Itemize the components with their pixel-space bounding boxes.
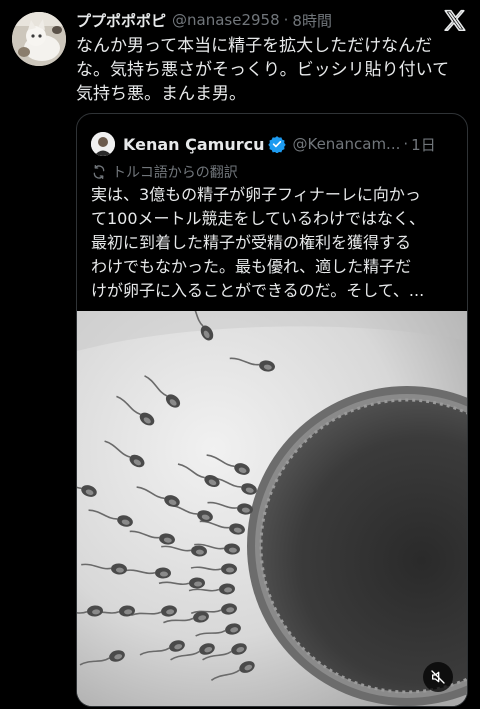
translate-icon [93,165,105,179]
quoted-tweet[interactable]: Kenan Çamurcu @Kenancam... · 1日 トルコ語からの翻… [76,113,468,707]
user-handle[interactable]: @nanase2958 [172,11,280,29]
tweet-body-text: なんか男って本当に精子を拡大しただけなんだ な。気持ち悪さがそっくり。ビッシリ貼… [76,36,450,104]
x-logo-icon[interactable] [442,8,468,34]
quoted-timestamp[interactable]: 1日 [411,134,436,155]
quoted-separator-dot: · [403,135,409,153]
quoted-display-name[interactable]: Kenan Çamurcu [123,135,264,154]
quoted-avatar-image [91,132,115,156]
user-avatar[interactable] [12,12,66,66]
translation-label: トルコ語からの翻訳 [112,165,238,181]
translation-note[interactable]: トルコ語からの翻訳 [91,162,238,182]
video-media[interactable] [77,311,467,706]
timestamp[interactable]: 8時間 [292,10,332,31]
tweet-header: ププポポポピ @nanase2958 · 8時間 [76,9,436,31]
quoted-tweet-body-text: 実は、3億もの精子が卵子フィナーレに向かっ て100メートル競走をしているわけで… [91,185,426,300]
mute-button[interactable] [423,662,453,692]
muted-speaker-icon [431,670,445,684]
tweet-card: ププポポポピ @nanase2958 · 8時間 なんか男って本当に精子を拡大し… [0,0,480,709]
verified-badge-icon [268,136,287,153]
microscope-video-frame [77,311,467,706]
quoted-tweet-header: Kenan Çamurcu @Kenancam... · 1日 [91,132,461,156]
display-name[interactable]: ププポポポピ [76,10,166,31]
quoted-user-avatar[interactable] [91,132,115,156]
quoted-user-handle[interactable]: @Kenancam... [292,135,400,153]
avatar-cat-image [12,12,66,66]
separator-dot: · [283,11,289,29]
